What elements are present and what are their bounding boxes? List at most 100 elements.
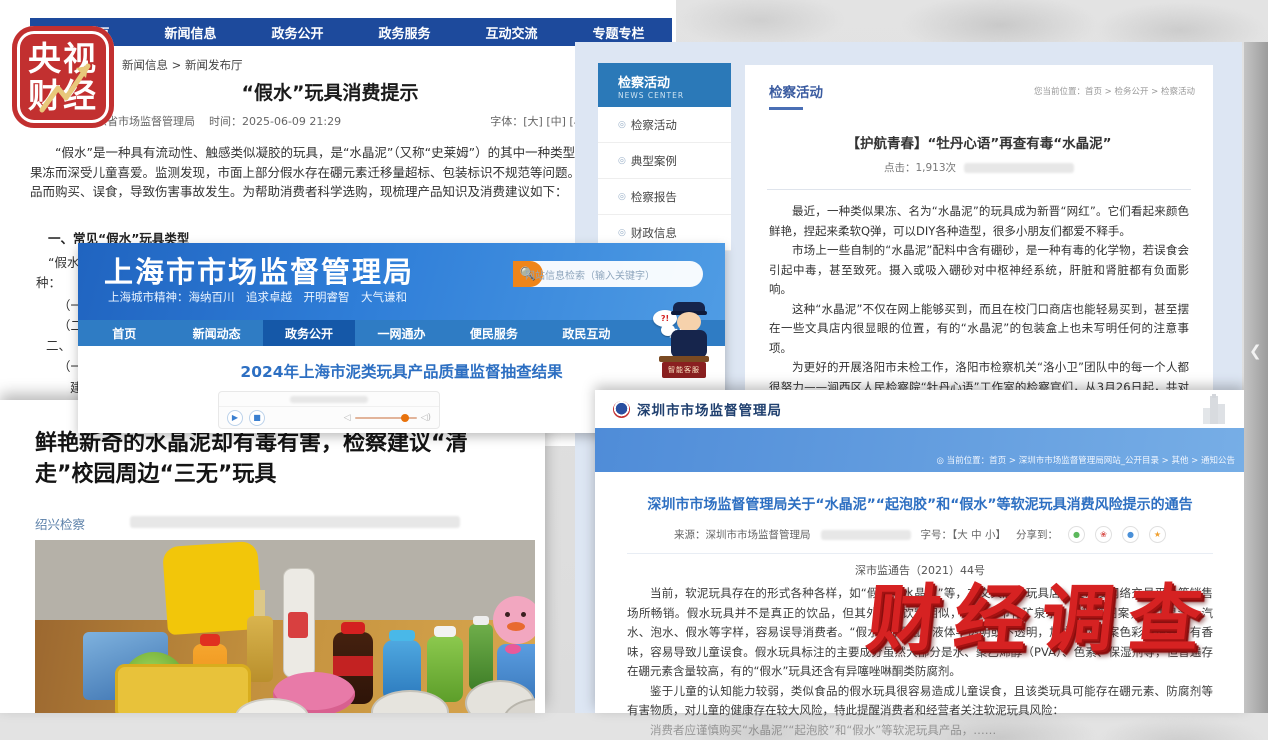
cctv-finance-logo: 央视 财经 [12,26,114,128]
bullet-icon: ◎ [618,120,626,130]
sidebar-item-reports[interactable]: ◎ 检察报告 [598,179,731,215]
article-photo [35,540,535,713]
search-input[interactable]: 网站信息检索（输入关键字） [513,267,655,282]
breadcrumb[interactable]: ◎ 当前位置：首页 > 深圳市市场监督管理局网站_公开目录 > 其他 > 通知公… [937,454,1235,466]
blurred-text [821,530,911,540]
sidebar-item-activities[interactable]: ◎ 检察活动 [598,107,731,143]
sidebar-item-label: 典型案例 [631,153,677,169]
panel-title: 检察活动 [769,81,823,110]
nav-item-news[interactable]: 新闻动态 [170,320,262,346]
play-icon: ▶ [232,413,238,422]
nav-item-interaction[interactable]: 政民互动 [540,320,632,346]
favorite-share-icon[interactable]: ★ [1149,526,1166,543]
paragraph: 消费者应谨慎购买“水晶泥”“起泡胶”和“假水”等软泥玩具产品，…… [627,721,1213,740]
text-fragment: “假水 [48,252,79,271]
meta-time: 时间：2025-06-09 21:29 [209,113,341,129]
duck-bow [505,644,521,654]
small-cap [473,616,489,625]
sidebar-item-label: 检察报告 [631,189,677,205]
volume-slider[interactable] [355,417,417,419]
sidebar-item-label: 检察活动 [631,117,677,133]
sidebar-title: 检察活动 [618,72,731,91]
chat-mascot[interactable]: ?! 智能客服 [653,300,715,380]
nav-item-gov-open-active[interactable]: 政务公开 [263,320,355,346]
font-size-control[interactable]: 字号：【大 中 小】 [921,527,1006,542]
notice-title: 深圳市市场监督管理局关于“水晶泥”“起泡胶”和“假水”等软泥玩具消费风险提示的通… [627,494,1213,514]
white-cap [434,626,456,637]
sidebar: 检察活动 NEWS CENTER ◎ 检察活动 ◎ 典型案例 ◎ 检察报告 ◎ 财政信息 [598,63,731,251]
blurred-text [130,516,460,528]
green-bottle [427,636,463,702]
text-fragment: 种： [36,272,61,291]
building-watermark-icon [1197,394,1231,426]
text-fragment: 二、 [46,335,71,354]
nav-item-home[interactable]: 首页 [78,320,170,346]
sidebar-header: 检察活动 NEWS CENTER [598,63,731,107]
yellow-tray [115,664,251,713]
site-header: 上海市市场监督管理局 上海城市精神：海纳百川 追求卓越 开明睿智 大气谦和 网站… [78,243,725,320]
article-title: 2024年上海市泥类玩具产品质量监督抽查结果 [78,346,725,382]
bullet-icon: ◎ [618,156,626,166]
notice-meta: 来源：深圳市市场监督管理局 字号：【大 中 小】 分享到： ● ❀ ● ★ [627,526,1213,543]
paragraph: 鉴于儿童的认知能力较弱，类似食品的假水玩具很容易造成儿童误食，且该类玩具可能存在… [627,682,1213,721]
article-title: 鲜艳新奇的水晶泥却有毒有害，检察建议“清走”校园周边“三无”玩具 [35,428,523,490]
nav-item-one-net[interactable]: 一网通办 [355,320,447,346]
gold-arrow-icon [12,26,114,128]
sidebar-item-cases[interactable]: ◎ 典型案例 [598,143,731,179]
mascot-body [671,330,707,358]
cola-label [333,656,373,676]
player-label-blurred [290,396,368,403]
paragraph: 市场上一些自制的“水晶泥”配料中含有硼砂，是一种有毒的化学物，若误食会引起中毒，… [769,241,1189,300]
divider [767,189,1191,190]
banner: ◎ 当前位置：首页 > 深圳市市场监督管理局网站_公开目录 > 其他 > 通知公… [595,428,1245,472]
cola-cap [341,622,365,634]
site-header: 深圳市市场监督管理局 [595,390,1245,428]
divider [627,553,1213,554]
bottle-sticker [288,612,308,638]
volume-knob[interactable] [401,414,409,422]
program-watermark: 财经调查 [862,560,1221,666]
site-title: 深圳市市场监督管理局 [637,399,782,419]
nav-item-convenience[interactable]: 便民服务 [448,320,540,346]
weibo-share-icon[interactable]: ❀ [1095,526,1112,543]
sidebar-subtitle: NEWS CENTER [618,91,731,100]
nav-item-gov-open[interactable]: 政务公开 [271,23,323,42]
nav-item-news[interactable]: 新闻信息 [164,23,216,42]
nav-item-gov-service[interactable]: 政务服务 [378,23,430,42]
nav-item-interaction[interactable]: 互动交流 [485,23,537,42]
share-label: 分享到： [1016,527,1058,542]
search-bar: 网站信息检索（输入关键字） 🔍 [513,261,703,287]
mascot-face [677,312,701,332]
breadcrumb[interactable]: 新闻信息 > 新闻发布厅 [122,57,242,73]
meta-source: 来源：深圳市市场监督管理局 [674,527,811,542]
article-source-link[interactable]: 绍兴检察 [35,514,85,533]
red-cap [200,634,220,646]
bullet-icon: ◎ [618,192,626,202]
smart-service-badge[interactable]: 智能客服 [662,362,706,378]
stop-button[interactable]: ■ [249,410,265,426]
gov-emblem-icon [613,401,630,418]
bullet-icon: ◎ [618,228,626,238]
wechat-share-icon[interactable]: ● [1068,526,1085,543]
play-button[interactable]: ▶ [227,410,243,426]
volume-low-icon: ◁ [344,413,351,423]
duck-eye [521,612,526,617]
paragraph: 最近，一种类似果冻、名为“水晶泥”的玩具成为新晋“网红”。它们看起来颜色鲜艳，捏… [769,202,1189,241]
pink-duck-head [493,596,535,644]
sidebar-item-label: 财政信息 [631,225,677,241]
right-edge-strip: ❮ [1244,42,1268,713]
chevron-left-icon[interactable]: ❮ [1249,342,1262,360]
volume-high-icon: ◁) [421,413,431,423]
duck-beak [507,622,525,631]
qq-share-icon[interactable]: ● [1122,526,1139,543]
audio-player: ▶ ■ ◁ ◁) [218,391,440,429]
paragraph: 这种“水晶泥”不仅在网上能够买到，而且在校门口商店也能轻易买到，甚至摆在一些文具… [769,300,1189,359]
shaoxing-article-card: 鲜艳新奇的水晶泥却有毒有害，检察建议“清走”校园周边“三无”玩具 绍兴检察 [0,400,545,713]
site-title: 上海市市场监督管理局 [104,249,414,291]
site-slogan: 上海城市精神：海纳百川 追求卓越 开明睿智 大气谦和 [108,289,407,305]
blurred-text [964,163,1074,173]
nav-item-special[interactable]: 专题专栏 [592,23,644,42]
breadcrumb[interactable]: 您当前位置：首页 > 检务公开 > 检察活动 [1034,85,1195,97]
hit-counter: 点击：1,913次 [884,160,956,175]
article-meta: 信息来源：广东省市场监督管理局 时间：2025-06-09 21:29 字体：[… [30,113,660,129]
